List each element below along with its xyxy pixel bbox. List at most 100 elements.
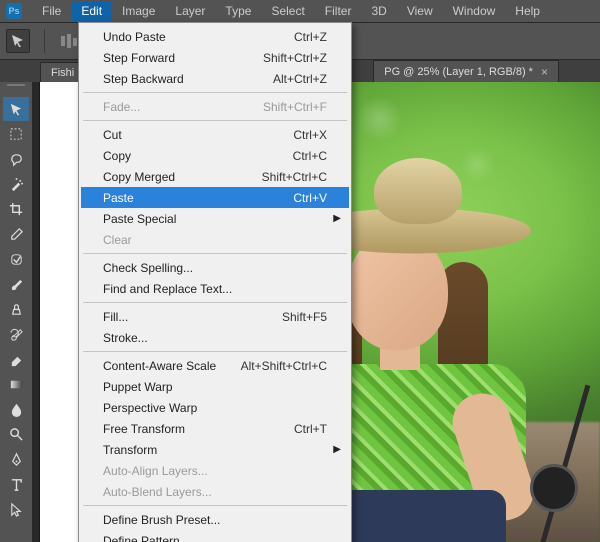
menu-item-undo-paste[interactable]: Undo PasteCtrl+Z	[81, 26, 349, 47]
menubar: Ps FileEditImageLayerTypeSelectFilter3DV…	[0, 0, 600, 23]
menu-item-label: Find and Replace Text...	[103, 282, 327, 296]
menu-item-label: Fill...	[103, 310, 282, 324]
menu-item-label: Perspective Warp	[103, 401, 327, 415]
menu-item-shortcut: Ctrl+X	[293, 128, 327, 142]
toolbox-drag-handle[interactable]	[2, 84, 30, 92]
app-logo: Ps	[6, 3, 22, 19]
menu-item-transform[interactable]: Transform ▶	[81, 439, 349, 460]
menu-item-label: Copy	[103, 149, 293, 163]
eyedropper-tool[interactable]	[3, 222, 29, 246]
path-select-tool[interactable]	[3, 497, 29, 521]
menu-item-auto-align-layers: Auto-Align Layers...	[81, 460, 349, 481]
eraser-tool[interactable]	[3, 347, 29, 371]
menu-item-copy-merged[interactable]: Copy MergedShift+Ctrl+C	[81, 166, 349, 187]
menu-item-label: Define Brush Preset...	[103, 513, 327, 527]
menu-item-define-brush-preset[interactable]: Define Brush Preset...	[81, 509, 349, 530]
menu-image[interactable]: Image	[112, 1, 165, 21]
close-tab-icon[interactable]: ×	[541, 65, 548, 79]
history-brush-tool[interactable]	[3, 322, 29, 346]
menu-item-step-backward[interactable]: Step BackwardAlt+Ctrl+Z	[81, 68, 349, 89]
menu-item-fill[interactable]: Fill...Shift+F5	[81, 306, 349, 327]
menu-item-label: Fade...	[103, 100, 263, 114]
clone-stamp-tool[interactable]	[3, 297, 29, 321]
menu-item-stroke[interactable]: Stroke...	[81, 327, 349, 348]
menu-item-shortcut: Shift+Ctrl+C	[262, 170, 327, 184]
move-tool[interactable]	[3, 97, 29, 121]
menu-item-label: Free Transform	[103, 422, 294, 436]
menu-item-shortcut: Ctrl+Z	[294, 30, 327, 44]
edit-menu-dropdown: Undo PasteCtrl+ZStep ForwardShift+Ctrl+Z…	[78, 22, 352, 542]
menu-item-perspective-warp[interactable]: Perspective Warp	[81, 397, 349, 418]
type-tool[interactable]	[3, 472, 29, 496]
menu-item-label: Auto-Align Layers...	[103, 464, 327, 478]
dodge-tool[interactable]	[3, 422, 29, 446]
menu-item-free-transform[interactable]: Free TransformCtrl+T	[81, 418, 349, 439]
toolbox	[0, 82, 33, 542]
menu-item-label: Content-Aware Scale	[103, 359, 241, 373]
submenu-arrow-icon: ▶	[333, 444, 341, 455]
pen-tool[interactable]	[3, 447, 29, 471]
rect-marquee-tool[interactable]	[3, 122, 29, 146]
menu-item-label: Define Pattern...	[103, 534, 327, 542]
menu-layer[interactable]: Layer	[165, 1, 215, 21]
menu-item-label: Check Spelling...	[103, 261, 327, 275]
align-icon[interactable]	[59, 31, 79, 51]
menu-item-shortcut: Ctrl+T	[294, 422, 327, 436]
menu-item-label: Paste	[103, 191, 293, 205]
crop-tool[interactable]	[3, 197, 29, 221]
menu-item-paste[interactable]: PasteCtrl+V	[81, 187, 349, 208]
gradient-tool[interactable]	[3, 372, 29, 396]
menu-select[interactable]: Select	[261, 1, 314, 21]
menu-item-shortcut: Ctrl+C	[293, 149, 327, 163]
menu-item-label: Step Backward	[103, 72, 273, 86]
menu-window[interactable]: Window	[443, 1, 506, 21]
menu-item-label: Paste Special	[103, 212, 327, 226]
menu-item-label: Puppet Warp	[103, 380, 327, 394]
lasso-tool[interactable]	[3, 147, 29, 171]
menu-item-fade: Fade...Shift+Ctrl+F	[81, 96, 349, 117]
menu-item-find-and-replace-text[interactable]: Find and Replace Text...	[81, 278, 349, 299]
menu-filter[interactable]: Filter	[315, 1, 362, 21]
current-tool-swatch[interactable]	[6, 29, 30, 53]
move-icon	[11, 34, 25, 48]
menu-item-label: Stroke...	[103, 331, 327, 345]
document-tab-active[interactable]: PG @ 25% (Layer 1, RGB/8) * ×	[373, 60, 559, 82]
menu-type[interactable]: Type	[215, 1, 261, 21]
menu-edit[interactable]: Edit	[71, 1, 112, 21]
tab-title: PG @ 25% (Layer 1, RGB/8) *	[384, 66, 533, 78]
blur-tool[interactable]	[3, 397, 29, 421]
menu-item-content-aware-scale[interactable]: Content-Aware ScaleAlt+Shift+Ctrl+C	[81, 355, 349, 376]
menu-item-cut[interactable]: CutCtrl+X	[81, 124, 349, 145]
menu-item-label: Undo Paste	[103, 30, 294, 44]
menu-item-shortcut: Shift+F5	[282, 310, 327, 324]
menu-item-copy[interactable]: CopyCtrl+C	[81, 145, 349, 166]
divider	[44, 29, 45, 53]
menu-item-shortcut: Shift+Ctrl+Z	[263, 51, 327, 65]
menu-item-label: Step Forward	[103, 51, 263, 65]
magic-wand-tool[interactable]	[3, 172, 29, 196]
menu-item-step-forward[interactable]: Step ForwardShift+Ctrl+Z	[81, 47, 349, 68]
tab-title-prefix: Fishi	[51, 67, 74, 79]
menu-item-auto-blend-layers: Auto-Blend Layers...	[81, 481, 349, 502]
menu-item-label: Copy Merged	[103, 170, 262, 184]
menu-help[interactable]: Help	[505, 1, 550, 21]
healing-brush-tool[interactable]	[3, 247, 29, 271]
menu-item-paste-special[interactable]: Paste Special ▶	[81, 208, 349, 229]
menu-item-label: Auto-Blend Layers...	[103, 485, 327, 499]
menu-view[interactable]: View	[397, 1, 443, 21]
menu-3d[interactable]: 3D	[361, 1, 396, 21]
brush-tool[interactable]	[3, 272, 29, 296]
menu-item-check-spelling[interactable]: Check Spelling...	[81, 257, 349, 278]
submenu-arrow-icon: ▶	[333, 213, 341, 224]
menu-item-shortcut: Alt+Ctrl+Z	[273, 72, 327, 86]
menu-item-shortcut: Ctrl+V	[293, 191, 327, 205]
menu-item-shortcut: Shift+Ctrl+F	[263, 100, 327, 114]
menu-item-define-pattern[interactable]: Define Pattern...	[81, 530, 349, 542]
menu-item-shortcut: Alt+Shift+Ctrl+C	[241, 359, 327, 373]
menu-file[interactable]: File	[32, 1, 71, 21]
menu-item-label: Transform	[103, 443, 327, 457]
menu-item-label: Clear	[103, 233, 327, 247]
menu-item-clear: Clear	[81, 229, 349, 250]
menu-item-puppet-warp[interactable]: Puppet Warp	[81, 376, 349, 397]
menu-item-label: Cut	[103, 128, 293, 142]
